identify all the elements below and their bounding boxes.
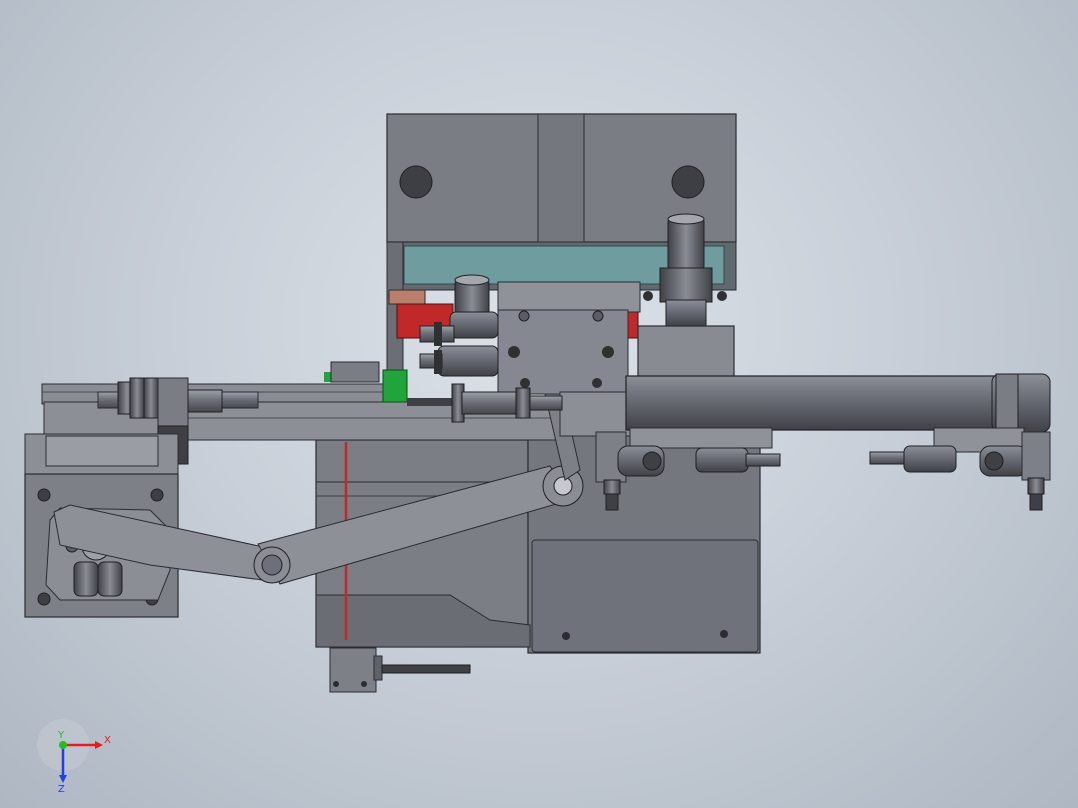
sensor-bracket[interactable] — [329, 647, 471, 693]
screw-icon — [562, 632, 570, 640]
lock-nut-icon — [143, 377, 159, 419]
rail-bracket — [330, 361, 380, 383]
mount-hole-left — [399, 165, 433, 199]
cad-viewport[interactable]: X Y Z — [0, 0, 1078, 808]
mount-hole-right — [671, 165, 705, 199]
lock-nut-icon — [129, 377, 145, 419]
coordinate-triad: X Y Z — [37, 719, 111, 795]
port-icon — [602, 346, 614, 358]
assembly-drawing[interactable]: X Y Z — [0, 0, 1078, 808]
green-stopper — [382, 369, 408, 403]
brown-block — [388, 289, 426, 305]
pivot-pin-icon — [553, 476, 573, 496]
y-axis-label: Y — [57, 730, 65, 741]
x-axis-arrow-head — [95, 741, 103, 749]
port-icon — [508, 346, 520, 358]
pivot-pin-icon — [261, 554, 283, 576]
x-axis-label: X — [104, 735, 111, 746]
z-axis-arrow-head — [59, 775, 67, 783]
y-axis-marker — [59, 741, 67, 749]
z-axis-label: Z — [58, 784, 65, 795]
screw-icon — [720, 630, 728, 638]
pneumatic-cylinder[interactable] — [625, 373, 1051, 453]
